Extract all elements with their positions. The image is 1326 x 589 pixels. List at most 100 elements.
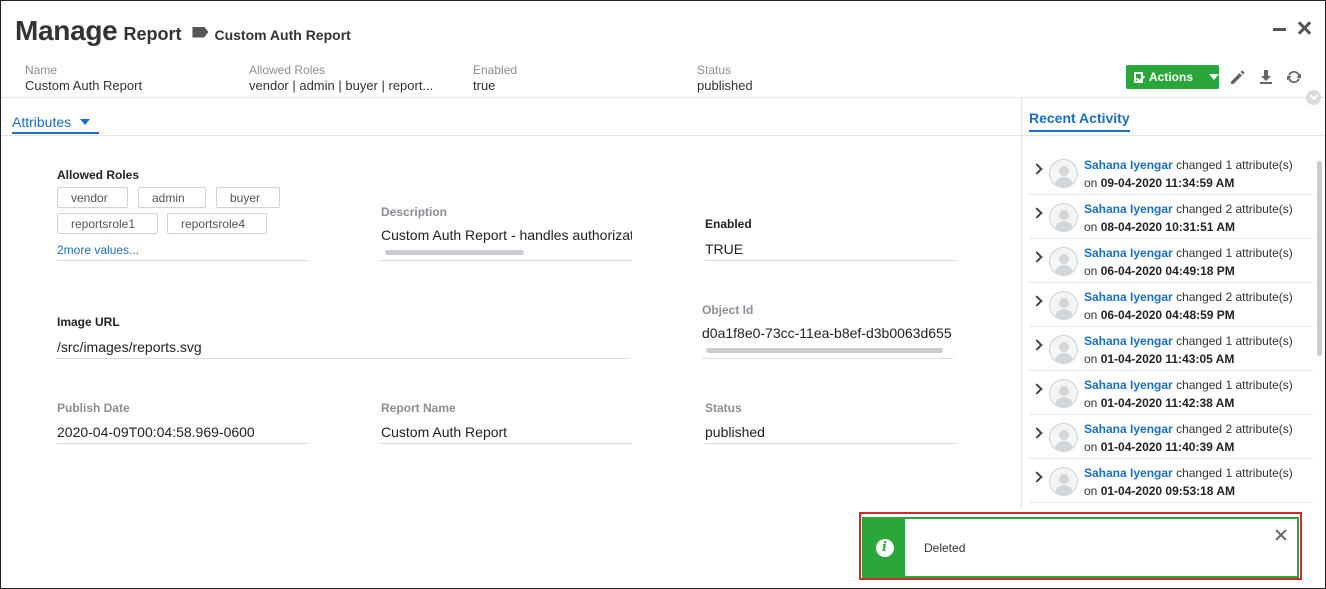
window-controls [1273, 21, 1311, 35]
chevron-right-icon[interactable] [1031, 427, 1043, 439]
avatar [1049, 379, 1078, 408]
activity-user-link[interactable]: Sahana Iyengar [1084, 422, 1173, 436]
refresh-icon[interactable] [1285, 68, 1303, 86]
summary-value: Custom Auth Report [25, 78, 143, 93]
activity-item[interactable]: Sahana Iyengar changed 1 attribute(s) on… [1029, 151, 1313, 195]
chevron-right-icon[interactable] [1031, 163, 1043, 175]
report-name-field[interactable]: Report Name Custom Auth Report [381, 397, 632, 444]
publish-date-value: 2020-04-09T00:04:58.969-0600 [57, 424, 255, 440]
activity-action: changed 1 attribute(s) [1176, 246, 1293, 260]
status-field[interactable]: Status published [705, 397, 956, 444]
close-icon[interactable] [1297, 21, 1311, 35]
role-chip[interactable]: vendor [57, 187, 128, 208]
activity-date: 06-04-2020 04:49:18 PM [1100, 264, 1235, 278]
activity-user-link[interactable]: Sahana Iyengar [1084, 466, 1173, 480]
description-scrollbar[interactable] [385, 250, 524, 255]
tab-attributes[interactable]: Attributes [12, 114, 100, 134]
download-icon[interactable] [1257, 68, 1275, 86]
avatar [1049, 423, 1078, 452]
summary-label: Status [697, 63, 732, 77]
activity-item[interactable]: Sahana Iyengar changed 2 attribute(s) on… [1029, 283, 1313, 327]
activity-user-link[interactable]: Sahana Iyengar [1084, 246, 1173, 260]
on-word: on [1084, 352, 1098, 366]
object-id-field[interactable]: Object Id d0a1f8e0-73cc-11ea-b8ef-d3b006… [702, 299, 953, 359]
avatar [1049, 335, 1078, 364]
publish-date-field[interactable]: Publish Date 2020-04-09T00:04:58.969-060… [57, 397, 307, 444]
activity-timestamp: on 01-04-2020 09:53:18 AM [1084, 484, 1235, 498]
activity-scrollbar[interactable] [1317, 161, 1322, 356]
toast-close-icon[interactable] [1275, 529, 1287, 541]
minimize-icon[interactable] [1273, 21, 1287, 35]
more-values-link[interactable]: 2more values... [57, 243, 139, 257]
activity-item[interactable]: Sahana Iyengar changed 1 attribute(s) on… [1029, 239, 1313, 283]
activity-date: 01-04-2020 11:43:05 AM [1100, 352, 1235, 366]
summary-value: published [697, 78, 753, 93]
image-url-field[interactable]: Image URL /src/images/reports.svg [57, 312, 629, 359]
on-word: on [1084, 308, 1098, 322]
chevron-right-icon[interactable] [1031, 251, 1043, 263]
activity-item[interactable]: Sahana Iyengar changed 1 attribute(s) on… [1029, 371, 1313, 415]
report-name-label: Report Name [381, 401, 456, 415]
checkbox-icon [1134, 71, 1143, 83]
report-name-value: Custom Auth Report [381, 424, 508, 440]
avatar [1049, 159, 1078, 188]
on-word: on [1084, 176, 1098, 190]
activity-date: 06-04-2020 04:48:59 PM [1100, 308, 1235, 322]
activity-item[interactable]: Sahana Iyengar changed 2 attribute(s) on… [1029, 195, 1313, 239]
on-word: on [1084, 484, 1098, 498]
tag-icon [192, 26, 209, 38]
avatar [1049, 203, 1078, 232]
tab-recent-activity[interactable]: Recent Activity [1029, 110, 1130, 132]
chevron-right-icon[interactable] [1031, 207, 1043, 219]
activity-summary: Sahana Iyengar changed 1 attribute(s) [1084, 466, 1293, 480]
chevron-right-icon[interactable] [1031, 295, 1043, 307]
activity-summary: Sahana Iyengar changed 1 attribute(s) [1084, 334, 1293, 348]
chevron-right-icon[interactable] [1031, 471, 1043, 483]
description-field[interactable]: Description Custom Auth Report - handles… [381, 201, 632, 261]
role-chip[interactable]: reportsrole4 [167, 213, 267, 234]
description-value: Custom Auth Report - handles authorizat [381, 227, 632, 243]
activity-action: changed 2 attribute(s) [1176, 422, 1293, 436]
image-url-value: /src/images/reports.svg [57, 339, 202, 355]
activity-item[interactable]: Sahana Iyengar changed 1 attribute(s) on… [1029, 327, 1313, 371]
activity-item[interactable]: Sahana Iyengar changed 1 attribute(s) on… [1029, 459, 1313, 503]
info-icon: i [875, 538, 894, 557]
description-label: Description [381, 205, 448, 219]
activity-date: 01-04-2020 11:42:38 AM [1100, 396, 1235, 410]
activity-item[interactable]: Sahana Iyengar changed 2 attribute(s) on… [1029, 415, 1313, 459]
actions-button[interactable]: Actions [1126, 65, 1219, 89]
summary-label: Name [25, 63, 58, 77]
edit-icon[interactable] [1229, 68, 1247, 86]
summary-value: true [473, 78, 496, 93]
activity-timestamp: on 01-04-2020 11:43:05 AM [1084, 352, 1234, 366]
collapse-header-icon[interactable] [1306, 90, 1321, 105]
role-chip[interactable]: buyer [216, 187, 280, 208]
toast-icon-box: i [864, 519, 905, 576]
activity-timestamp: on 06-04-2020 04:49:18 PM [1084, 264, 1235, 278]
chevron-right-icon[interactable] [1031, 383, 1043, 395]
activity-timestamp: on 08-04-2020 10:31:51 AM [1084, 220, 1235, 234]
on-word: on [1084, 440, 1098, 454]
role-chip[interactable]: admin [138, 187, 206, 208]
summary-bar: Name Custom Auth Report Allowed Roles ve… [25, 63, 921, 95]
title-main: Manage [15, 15, 118, 46]
image-url-label: Image URL [57, 315, 120, 329]
on-word: on [1084, 264, 1098, 278]
role-chip[interactable]: reportsrole1 [57, 213, 158, 234]
activity-timestamp: on 06-04-2020 04:48:59 PM [1084, 308, 1235, 322]
chevron-right-icon[interactable] [1031, 339, 1043, 351]
activity-user-link[interactable]: Sahana Iyengar [1084, 158, 1173, 172]
activity-divider [1022, 135, 1325, 136]
object-id-scrollbar[interactable] [706, 348, 943, 353]
activity-user-link[interactable]: Sahana Iyengar [1084, 290, 1173, 304]
enabled-field[interactable]: Enabled TRUE [705, 214, 956, 261]
avatar [1049, 467, 1078, 496]
summary-label: Enabled [473, 63, 518, 77]
enabled-label: Enabled [705, 217, 752, 231]
activity-user-link[interactable]: Sahana Iyengar [1084, 202, 1173, 216]
activity-summary: Sahana Iyengar changed 2 attribute(s) [1084, 422, 1293, 436]
activity-user-link[interactable]: Sahana Iyengar [1084, 334, 1173, 348]
activity-user-link[interactable]: Sahana Iyengar [1084, 378, 1173, 392]
summary-label: Allowed Roles [249, 63, 326, 77]
activity-timestamp: on 01-04-2020 11:42:38 AM [1084, 396, 1234, 410]
